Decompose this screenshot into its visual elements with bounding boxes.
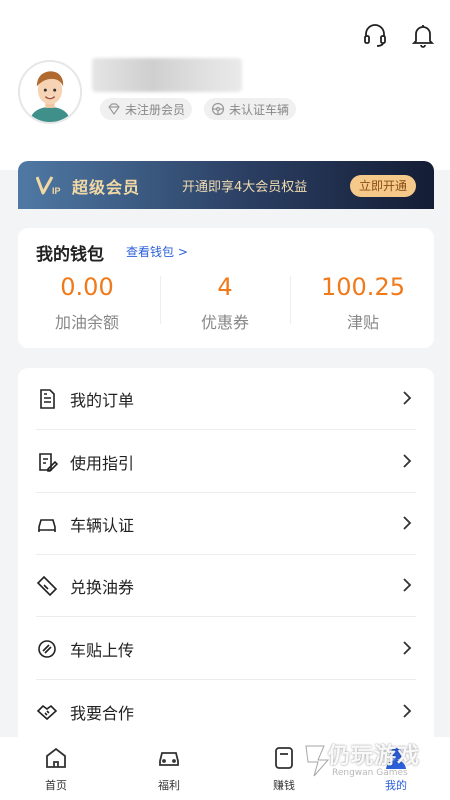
menu-item-guide[interactable]: 使用指引	[36, 431, 416, 493]
menu-item-label: 车辆认证	[70, 516, 135, 535]
fuel-balance-stat[interactable]: 0.00 加油余额	[18, 273, 156, 333]
home-icon	[46, 747, 66, 768]
vip-promo-text: 开通即享4大会员权益	[182, 180, 308, 195]
coupon-icon	[36, 575, 58, 597]
fuel-balance-label: 加油余额	[54, 313, 119, 332]
sticker-icon	[38, 640, 56, 658]
profile-header: 未注册会员 未认证车辆	[0, 0, 450, 170]
car-icon	[159, 752, 179, 766]
watermark-text: 仍玩游戏	[328, 744, 421, 769]
chevron-right-icon	[403, 641, 412, 655]
handshake-icon	[36, 704, 58, 721]
steering-wheel-icon	[211, 102, 225, 116]
tab-welfare[interactable]: 福利	[139, 745, 199, 793]
menu-item-label: 我要合作	[70, 704, 135, 723]
stat-divider	[290, 276, 291, 324]
wallet-title: 我的钱包	[36, 245, 104, 265]
username-blurred	[92, 58, 242, 92]
coupon-label: 优惠券	[200, 313, 249, 332]
coupon-stat[interactable]: 4 优惠券	[156, 273, 294, 333]
diamond-icon	[108, 103, 120, 116]
guide-icon	[39, 453, 58, 472]
headset-icon[interactable]	[362, 22, 388, 48]
chevron-right-icon	[403, 704, 412, 718]
vehicle-status-label: 未认证车辆	[229, 102, 290, 117]
menu-item-vehicle-auth[interactable]: 车辆认证	[36, 493, 416, 555]
vehicle-status-badge[interactable]: 未认证车辆	[204, 98, 297, 120]
tab-label: 福利	[158, 779, 180, 792]
vip-open-button[interactable]: 立即开通	[349, 175, 416, 197]
menu-item-label: 使用指引	[70, 454, 135, 473]
menu-item-orders[interactable]: 我的订单	[36, 368, 416, 430]
avatar-illustration	[20, 62, 80, 122]
member-status-badge[interactable]: 未注册会员	[100, 98, 193, 120]
chevron-right-icon	[403, 578, 412, 592]
coupon-count-value: 4	[217, 273, 233, 301]
menu-list: 我的订单 使用指引 车辆认证 兑换油券 车贴上传 我要合作	[18, 368, 434, 748]
svg-text:IP: IP	[52, 186, 61, 196]
status-badges: 未注册会员 未认证车辆	[100, 98, 297, 120]
view-wallet-link[interactable]: 查看钱包 >	[126, 243, 188, 260]
menu-item-redeem-coupon[interactable]: 兑换油券	[36, 555, 416, 617]
allowance-label: 津贴	[346, 313, 379, 332]
watermark: 仍玩游戏 Rengwan Games	[300, 740, 446, 796]
watermark-subtext: Rengwan Games	[332, 768, 408, 778]
order-icon	[40, 389, 55, 409]
tab-label: 首页	[45, 779, 67, 792]
menu-item-label: 车贴上传	[70, 641, 135, 660]
fuel-balance-value: 0.00	[60, 273, 114, 301]
allowance-value: 100.25	[321, 273, 405, 301]
car-icon	[38, 519, 56, 532]
chevron-right-icon	[403, 391, 412, 405]
menu-item-label: 我的订单	[70, 391, 135, 410]
chevron-right-icon	[403, 454, 412, 468]
tab-home[interactable]: 首页	[26, 745, 86, 793]
bell-icon[interactable]	[410, 22, 436, 48]
chevron-right-icon	[403, 516, 412, 530]
member-status-label: 未注册会员	[125, 102, 186, 117]
menu-item-label: 兑换油券	[70, 578, 135, 597]
vip-banner[interactable]: IP 超级会员 开通即享4大会员权益 立即开通	[18, 161, 434, 209]
menu-item-cooperation[interactable]: 我要合作	[36, 681, 416, 743]
earn-icon	[275, 747, 293, 769]
vip-logo-icon: IP	[36, 176, 61, 196]
vip-title: 超级会员	[72, 178, 141, 197]
avatar[interactable]	[18, 60, 82, 124]
wallet-card: 我的钱包 查看钱包 > 0.00 加油余额 4 优惠券 100.25 津贴	[18, 228, 434, 348]
top-actions	[362, 22, 436, 48]
menu-item-sticker-upload[interactable]: 车贴上传	[36, 618, 416, 680]
allowance-stat[interactable]: 100.25 津贴	[294, 273, 432, 333]
